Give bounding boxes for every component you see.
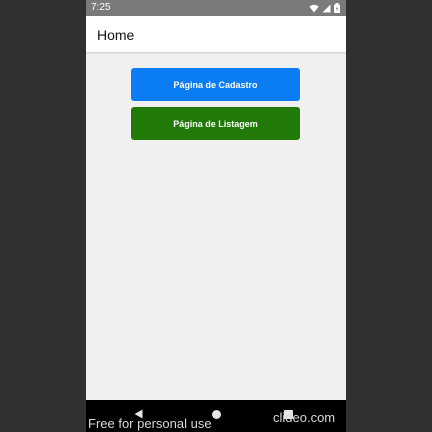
signal-icon	[322, 4, 331, 12]
page-title: Home	[97, 27, 135, 43]
home-icon[interactable]	[212, 410, 221, 419]
watermark-left-text: Free for personal use	[88, 416, 212, 431]
cadastro-page-button-label: Página de Cadastro	[173, 79, 258, 90]
screen: 7:25 Home Página de Cadastro Página de L…	[0, 0, 432, 432]
app-header: Home	[86, 16, 346, 52]
battery-icon	[334, 3, 340, 13]
watermark-right-text: clideo.com	[273, 410, 336, 425]
status-icons	[309, 3, 340, 13]
listagem-page-button-label: Página de Listagem	[173, 118, 258, 129]
status-bar: 7:25	[86, 0, 346, 16]
wifi-icon	[309, 4, 319, 12]
listagem-page-button[interactable]: Página de Listagem	[131, 107, 300, 140]
phone-screen: 7:25 Home Página de Cadastro Página de L…	[86, 0, 346, 432]
cadastro-page-button[interactable]: Página de Cadastro	[131, 68, 300, 101]
status-time: 7:25	[91, 2, 111, 13]
